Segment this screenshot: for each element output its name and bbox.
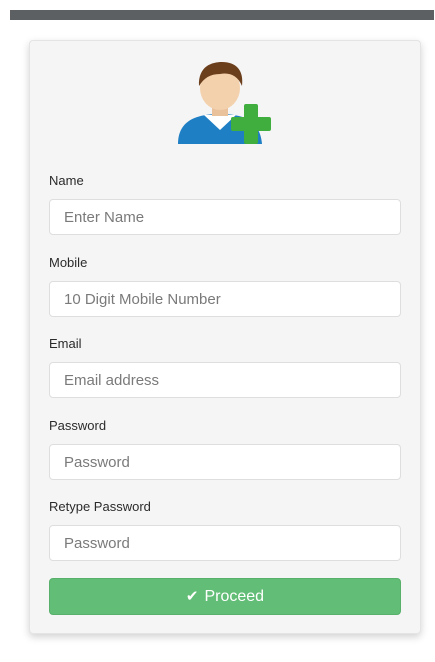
- email-input[interactable]: [49, 362, 401, 398]
- proceed-label: Proceed: [204, 587, 265, 605]
- name-label: Name: [49, 173, 84, 188]
- password-label: Password: [49, 418, 107, 433]
- name-input[interactable]: [49, 199, 401, 235]
- retype-password-input[interactable]: [49, 525, 401, 561]
- add-user-icon: [178, 62, 271, 144]
- retype-password-label: Retype Password: [49, 499, 151, 514]
- mobile-label: Mobile: [49, 255, 88, 270]
- proceed-button[interactable]: ✔ Proceed: [49, 578, 401, 615]
- mobile-input[interactable]: [49, 281, 401, 317]
- email-label: Email: [49, 336, 82, 351]
- top-bar: [10, 10, 434, 20]
- check-icon: ✔: [185, 588, 199, 605]
- password-input[interactable]: [49, 444, 401, 480]
